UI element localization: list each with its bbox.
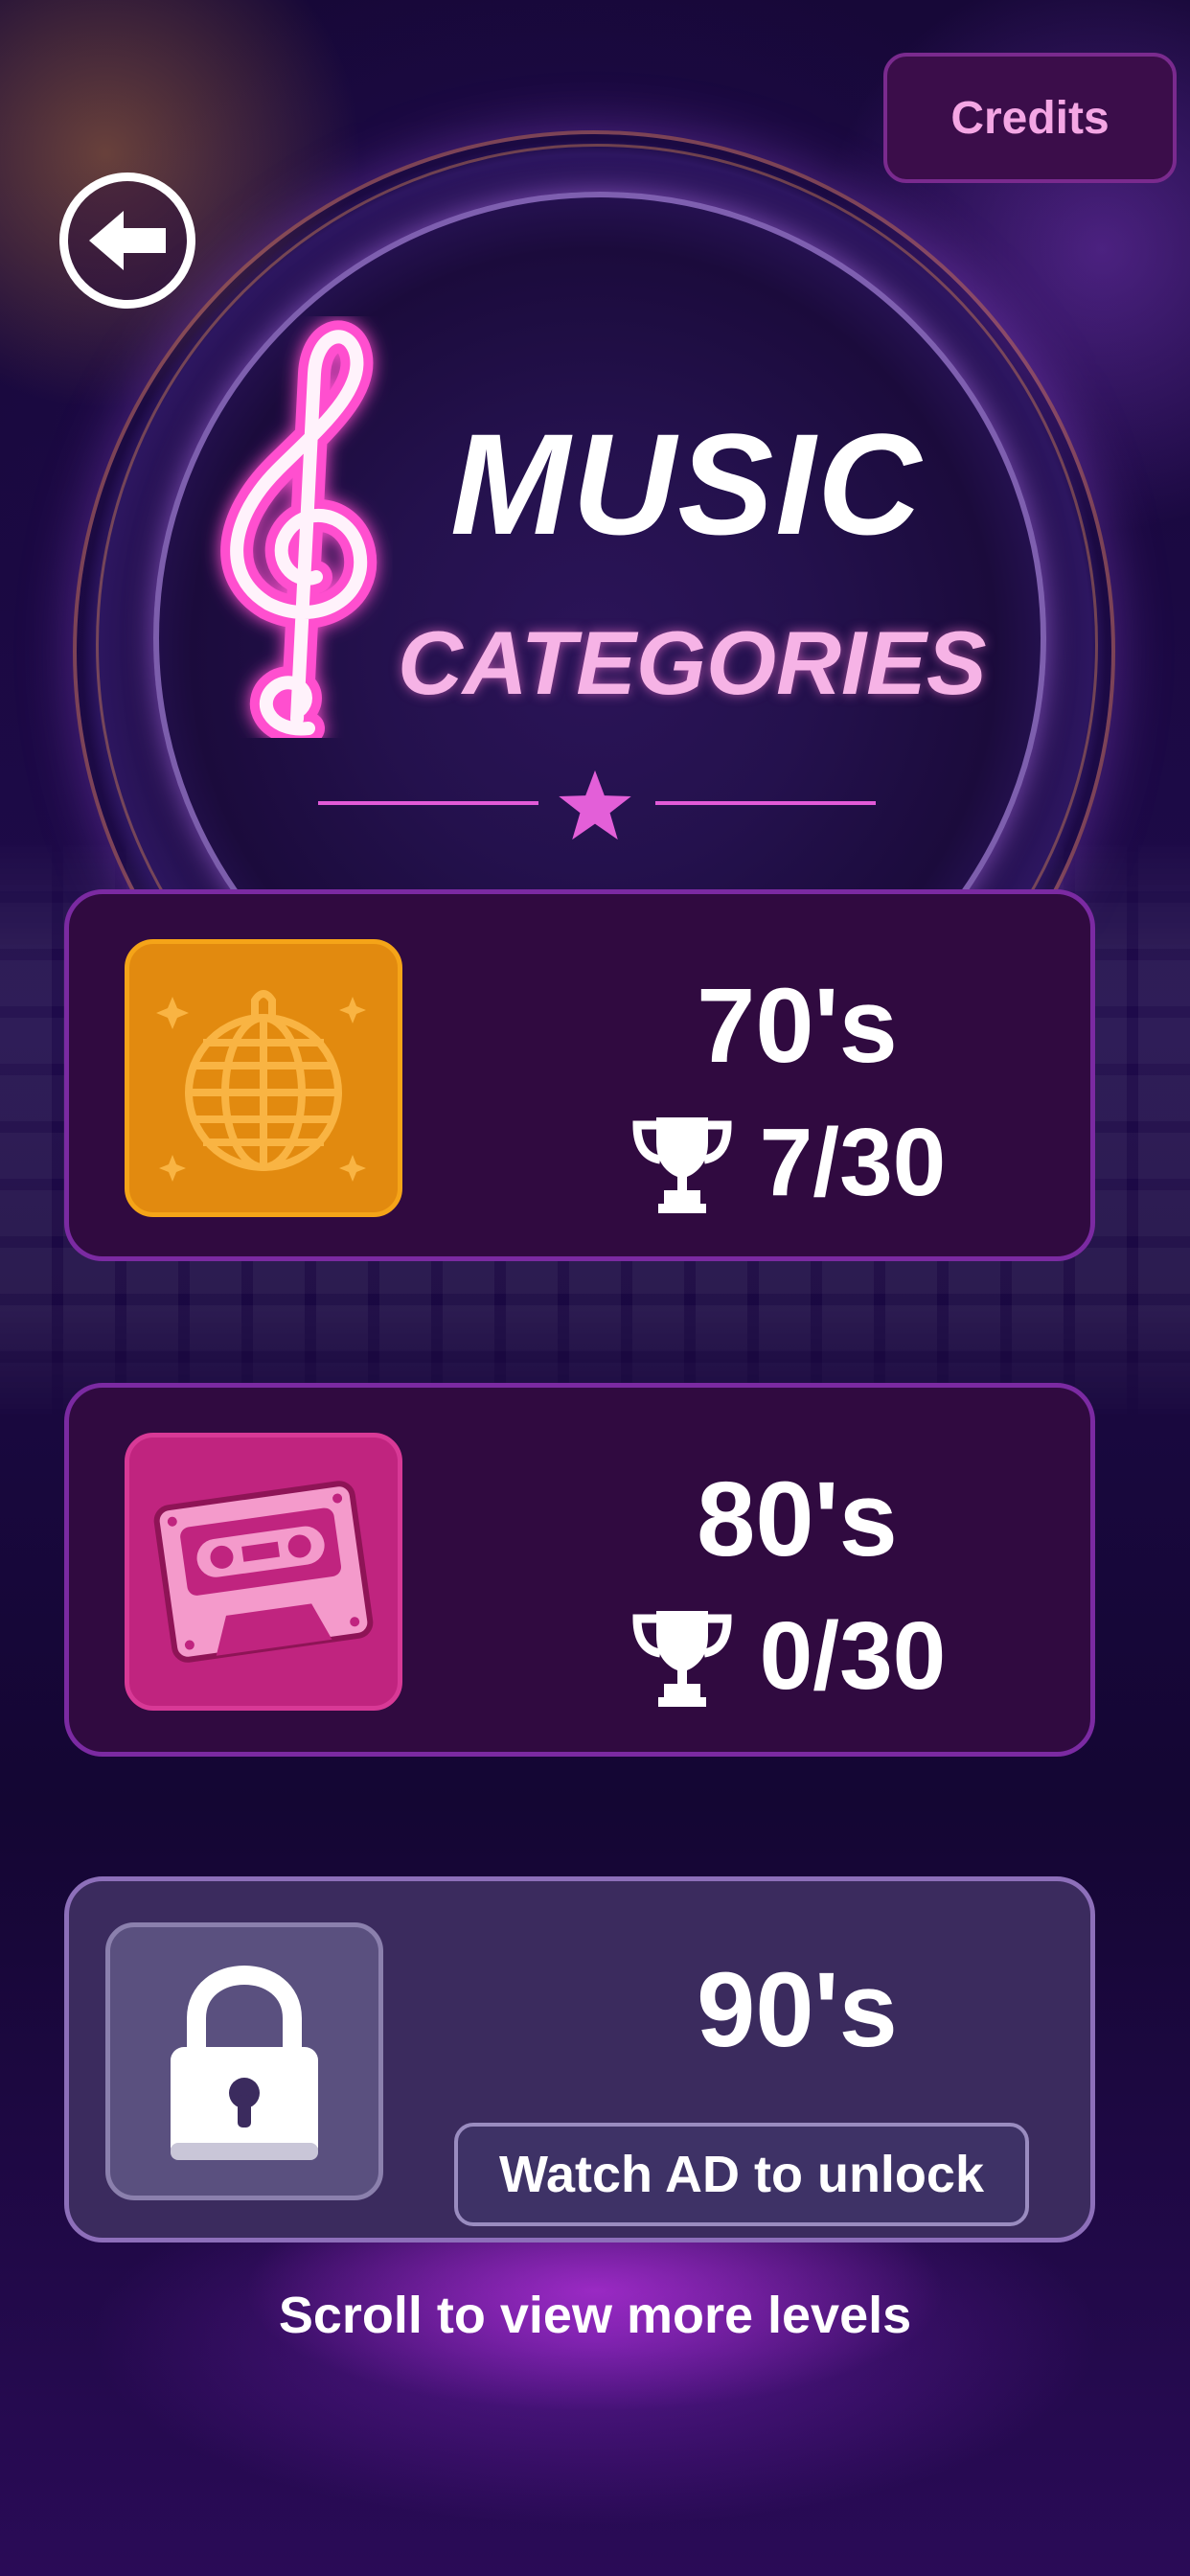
trophy-icon <box>632 1611 732 1707</box>
divider-right <box>655 801 876 805</box>
category-title: 70's <box>697 967 898 1085</box>
category-title: 90's <box>697 1951 898 2069</box>
category-tile-80s <box>125 1433 402 1711</box>
watch-ad-unlock-button[interactable]: Watch AD to unlock <box>454 2123 1029 2226</box>
progress-count: 0/30 <box>759 1602 947 1710</box>
lock-icon <box>171 1966 318 2160</box>
progress-row: 0/30 <box>519 1603 1056 1709</box>
divider-left <box>318 801 538 805</box>
title-music: MUSIC <box>450 403 924 564</box>
category-card-80s[interactable]: 80's 0/30 <box>64 1383 1095 1757</box>
treble-clef-icon <box>220 320 378 738</box>
category-tile-70s <box>125 939 402 1217</box>
credits-button[interactable]: Credits <box>883 53 1177 183</box>
category-card-90s[interactable]: 90's Watch AD to unlock <box>64 1876 1095 2242</box>
star-icon <box>559 770 631 840</box>
category-tile-90s-locked <box>105 1922 383 2200</box>
back-button[interactable] <box>59 172 195 309</box>
cassette-tape-icon <box>153 1481 374 1663</box>
back-arrow-icon <box>89 211 166 270</box>
progress-count: 7/30 <box>759 1109 947 1216</box>
category-title: 80's <box>697 1460 898 1578</box>
scroll-hint: Scroll to view more levels <box>278 2287 912 2344</box>
trophy-icon <box>632 1117 732 1213</box>
title-categories: CATEGORIES <box>398 612 987 713</box>
progress-row: 7/30 <box>519 1110 1056 1215</box>
disco-ball-icon <box>156 990 366 1182</box>
category-card-70s[interactable]: 70's 7/30 <box>64 889 1095 1261</box>
